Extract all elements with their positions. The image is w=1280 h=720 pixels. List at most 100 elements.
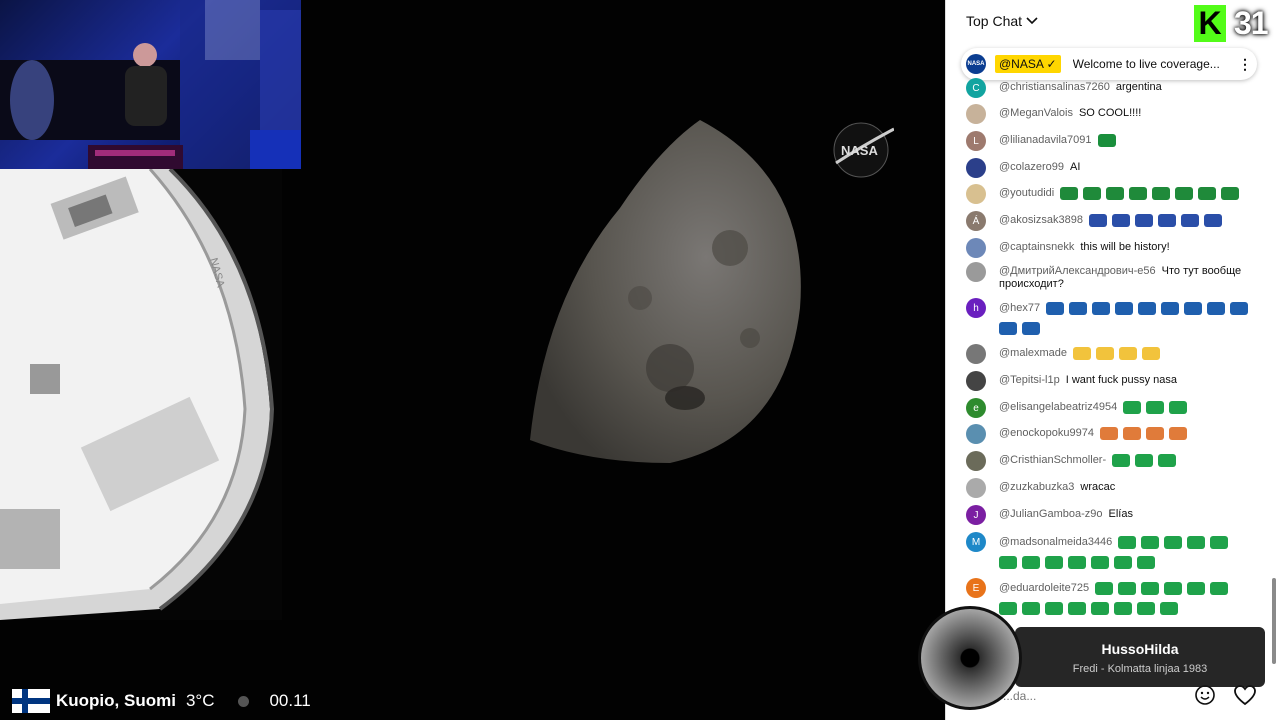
- username[interactable]: @elisangelabeatriz4954: [999, 401, 1117, 413]
- chat-mode-dropdown[interactable]: Top Chat: [946, 0, 1280, 42]
- brazil-flag-emoji: [1141, 535, 1160, 549]
- sweden-flag-emoji: [1092, 301, 1111, 315]
- brazil-flag-emoji: [999, 555, 1017, 569]
- avatar[interactable]: e: [966, 398, 986, 418]
- avatar[interactable]: C: [966, 78, 986, 98]
- heart-icon[interactable]: [1233, 684, 1257, 706]
- username[interactable]: @ДмитрийАлександрович-е56: [999, 265, 1156, 277]
- avatar[interactable]: [966, 184, 986, 204]
- message-text: argentina: [1115, 81, 1162, 93]
- nasa-logo: NASA: [832, 121, 895, 179]
- message-text: Elías: [1108, 508, 1133, 520]
- username[interactable]: @Tepitsi-l1p: [999, 374, 1060, 386]
- portugal-flag-emoji: [1175, 187, 1194, 200]
- avatar[interactable]: L: [966, 131, 986, 151]
- username[interactable]: @JulianGamboa-z9o: [999, 508, 1103, 520]
- face-emoji: [1145, 427, 1164, 440]
- separator-dot-icon: [238, 695, 250, 707]
- brazil-flag-emoji: [1164, 581, 1183, 595]
- album-art-icon: [918, 606, 1022, 710]
- chat-message: @Tepitsi-l1p I want fuck pussy nasa: [966, 371, 1256, 391]
- brazil-flag-emoji: [1114, 601, 1132, 615]
- avatar[interactable]: [966, 238, 986, 258]
- username[interactable]: @colazero99: [999, 161, 1064, 173]
- portugal-flag-emoji: [1083, 187, 1102, 200]
- avatar[interactable]: [966, 158, 986, 178]
- username[interactable]: @hex77: [999, 302, 1040, 314]
- sweden-flag-emoji: [1069, 301, 1088, 315]
- location-overlay: Kuopio, Suomi 3°C 00.11: [12, 688, 311, 714]
- brazil-flag-emoji: [1137, 555, 1155, 569]
- username[interactable]: @CristhianSchmoller-: [999, 454, 1106, 466]
- chat-scrollbar[interactable]: [1272, 578, 1276, 664]
- avatar[interactable]: Á: [966, 211, 986, 231]
- username[interactable]: @eduardoleite725: [999, 582, 1089, 594]
- username[interactable]: @MeganValois: [999, 107, 1073, 119]
- brazil-flag-emoji: [1045, 601, 1063, 615]
- avatar[interactable]: [966, 371, 986, 391]
- sweden-flag-emoji: [1184, 301, 1203, 315]
- avatar[interactable]: h: [966, 298, 986, 318]
- brazil-flag-emoji: [1169, 401, 1188, 414]
- chat-message: h @hex77: [966, 298, 1256, 338]
- username[interactable]: @christiansalinas7260: [999, 81, 1110, 93]
- brazil-flag-emoji: [1045, 555, 1063, 569]
- username[interactable]: @enockopoku9974: [999, 427, 1094, 439]
- avatar[interactable]: [966, 451, 986, 471]
- emoji-icon[interactable]: [1194, 684, 1216, 706]
- username[interactable]: @lilianadavila7091: [999, 134, 1092, 146]
- video-stage: NASA NASA Kuopio, Suomi 3°C 00.11: [0, 0, 945, 720]
- avatar[interactable]: M: [966, 532, 986, 552]
- slovakia-flag-emoji: [1134, 214, 1153, 227]
- location-name: Kuopio, Suomi: [56, 691, 176, 710]
- sweden-flag-emoji: [1230, 301, 1249, 315]
- avatar[interactable]: J: [966, 505, 986, 525]
- brazil-flag-emoji: [1160, 601, 1178, 615]
- username[interactable]: @zuzkabuzka3: [999, 481, 1074, 493]
- brazil-flag-emoji: [1022, 601, 1040, 615]
- nasa-logo-text: NASA: [841, 143, 878, 158]
- brazil-flag-emoji: [1118, 535, 1137, 549]
- chat-message: Á @akosizsak3898: [966, 211, 1256, 231]
- brazil-flag-emoji: [1210, 535, 1229, 549]
- chat-message: @CristhianSchmoller-: [966, 451, 1256, 471]
- webcam-overlay: [0, 0, 301, 169]
- clap-emoji: [1119, 347, 1138, 360]
- username[interactable]: @akosizsak3898: [999, 214, 1083, 226]
- sweden-flag-emoji: [1161, 301, 1180, 315]
- brazil-flag-emoji: [1118, 581, 1137, 595]
- username[interactable]: @malexmade: [999, 347, 1067, 359]
- username[interactable]: @madsonalmeida3446: [999, 536, 1112, 548]
- sweden-flag-emoji: [1046, 301, 1065, 315]
- portugal-flag-emoji: [1106, 187, 1125, 200]
- chat-message: E @eduardoleite725: [966, 578, 1256, 618]
- clap-emoji: [1096, 347, 1115, 360]
- username[interactable]: @youtudidi: [999, 187, 1054, 199]
- slovakia-flag-emoji: [1088, 214, 1107, 227]
- chat-message: C @christiansalinas7260 argentina: [966, 78, 1256, 98]
- brazil-flag-emoji: [1158, 454, 1177, 467]
- clap-emoji: [1142, 347, 1161, 360]
- message-text: SO COOL!!!!: [1078, 107, 1142, 119]
- avatar[interactable]: [966, 104, 986, 124]
- brazil-flag-emoji: [1146, 401, 1165, 414]
- avatar[interactable]: [966, 262, 986, 282]
- username[interactable]: @captainsnekk: [999, 241, 1074, 253]
- avatar[interactable]: [966, 424, 986, 444]
- portugal-flag-emoji: [1198, 187, 1217, 200]
- face-emoji: [1099, 427, 1118, 440]
- chat-message: M @madsonalmeida3446: [966, 532, 1256, 572]
- pinned-message[interactable]: NASA @NASA ✓ Welcome to live coverage...…: [961, 48, 1257, 80]
- chat-message: @youtudidi: [966, 184, 1256, 204]
- chat-message: J @JulianGamboa-z9o Elías: [966, 505, 1256, 525]
- chat-message: @ДмитрийАлександрович-е56 Что тут вообще …: [966, 262, 1256, 291]
- clock: 00.11: [269, 691, 311, 710]
- brazil-flag-emoji: [1135, 454, 1154, 467]
- finland-flag-icon: [12, 689, 50, 713]
- avatar[interactable]: [966, 344, 986, 364]
- brazil-flag-emoji: [1210, 581, 1229, 595]
- avatar[interactable]: E: [966, 578, 986, 598]
- message-text: AI: [1069, 161, 1081, 173]
- avatar[interactable]: [966, 478, 986, 498]
- more-options-icon[interactable]: ⋮: [1233, 56, 1257, 73]
